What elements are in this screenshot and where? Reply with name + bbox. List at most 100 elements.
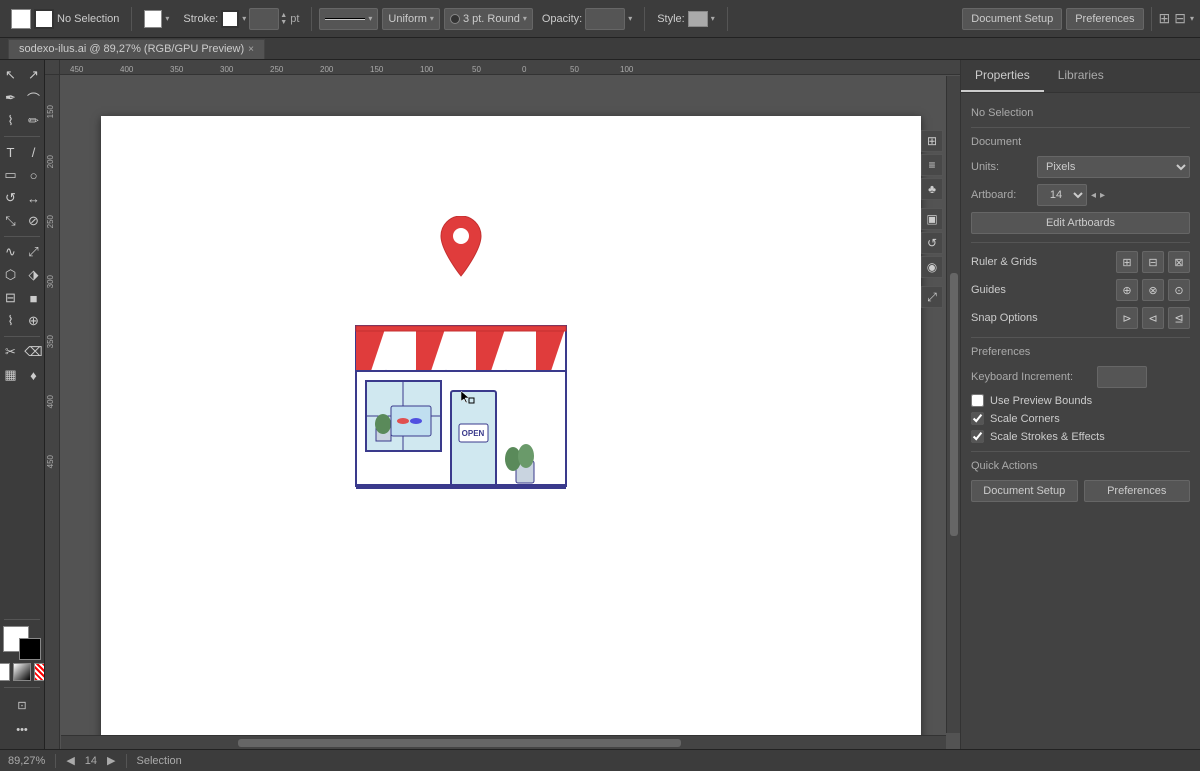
fill-color-swatch[interactable] xyxy=(144,10,162,28)
column-graph-tool[interactable]: ▦ xyxy=(0,364,22,386)
preferences-button[interactable]: Preferences xyxy=(1066,8,1143,30)
3d-icon[interactable]: ◉ xyxy=(921,256,943,278)
perspective-tool[interactable]: ⬗ xyxy=(23,264,45,286)
symbol-tool[interactable]: ♦ xyxy=(23,364,45,386)
quick-preferences-button[interactable]: Preferences xyxy=(1084,480,1191,502)
stroke-down-arrow[interactable]: ▼ xyxy=(280,19,287,26)
snap-icon-btn1[interactable]: ⊳ xyxy=(1116,307,1138,329)
pencil-tool[interactable]: ✏ xyxy=(23,110,45,132)
stroke-line-dropdown[interactable]: ▾ xyxy=(319,8,378,30)
more-tools-btn[interactable]: ••• xyxy=(11,719,33,741)
eyedropper-tool[interactable]: ⌇ xyxy=(0,310,22,332)
scale-strokes-checkbox[interactable] xyxy=(971,430,984,443)
warp-tools: ∿ ⤢ xyxy=(0,241,45,263)
artboard-select[interactable]: 14 xyxy=(1037,184,1087,206)
pen-tool[interactable]: ✒ xyxy=(0,87,22,109)
edit-artboards-button[interactable]: Edit Artboards xyxy=(971,212,1190,234)
uniform-dropdown[interactable]: Uniform ▾ xyxy=(382,8,440,30)
eraser-tool[interactable]: ⌫ xyxy=(23,341,45,363)
file-tab-close[interactable]: × xyxy=(248,44,254,55)
fill-stroke-swatches[interactable] xyxy=(3,626,41,660)
stroke-value-input[interactable]: 1 pt xyxy=(249,8,279,30)
paintbrush-tool[interactable]: ⌇ xyxy=(0,110,22,132)
opacity-chevron[interactable]: ▾ xyxy=(628,14,632,23)
artboard-prev[interactable]: ◂ xyxy=(1091,190,1096,201)
grid-icon-btn[interactable]: ⊟ xyxy=(1142,251,1164,273)
expand-icon[interactable]: ⤢ xyxy=(921,286,943,308)
warp-tool[interactable]: ∿ xyxy=(0,241,22,263)
guide-icon-btn3[interactable]: ⊙ xyxy=(1168,279,1190,301)
stroke-color-swatch[interactable] xyxy=(221,10,239,28)
stroke-round-dropdown[interactable]: 3 pt. Round ▾ xyxy=(444,8,533,30)
paintbrush-tools: ⌇ ✏ xyxy=(0,110,45,132)
fill-swatch[interactable] xyxy=(11,9,31,29)
next-artboard-btn[interactable]: ▶ xyxy=(107,754,115,767)
artboard-container[interactable]: OPEN xyxy=(61,76,960,749)
shear-tool[interactable]: ⊘ xyxy=(23,210,45,232)
stroke-swatch[interactable] xyxy=(34,9,54,29)
tab-properties[interactable]: Properties xyxy=(961,60,1044,92)
ellipse-tool[interactable]: ○ xyxy=(23,164,45,186)
layers-icon[interactable]: ≡ xyxy=(921,154,943,176)
fit-screen-icon[interactable]: ▣ xyxy=(921,208,943,230)
line-tool[interactable]: / xyxy=(23,141,45,163)
vscroll-thumb[interactable] xyxy=(950,273,958,536)
color-mode-btn[interactable] xyxy=(0,663,10,681)
rotate-view-icon[interactable]: ↺ xyxy=(921,232,943,254)
type-tool[interactable]: T xyxy=(0,141,22,163)
blend-tool[interactable]: ⊕ xyxy=(23,310,45,332)
none-mode-btn[interactable] xyxy=(34,663,45,681)
scale-corners-label: Scale Corners xyxy=(990,413,1060,425)
rotate-tool[interactable]: ↺ xyxy=(0,187,22,209)
gradient-tool[interactable]: ■ xyxy=(23,287,45,309)
free-transform-tool[interactable]: ⤢ xyxy=(23,241,45,263)
stroke-chevron[interactable]: ▾ xyxy=(242,14,246,23)
mesh-tool[interactable]: ⊟ xyxy=(0,287,22,309)
align-icon[interactable]: ⊟ xyxy=(1174,10,1186,27)
file-tab[interactable]: sodexo-ilus.ai @ 89,27% (RGB/GPU Preview… xyxy=(8,39,265,59)
quick-document-setup-button[interactable]: Document Setup xyxy=(971,480,1078,502)
canvas-area[interactable]: 450 400 350 300 250 200 150 100 50 0 50 … xyxy=(45,60,960,749)
snap-icon-btn3[interactable]: ⊴ xyxy=(1168,307,1190,329)
guides-icons: ⊕ ⊗ ⊙ xyxy=(1116,279,1190,301)
opacity-input[interactable]: 120% xyxy=(585,8,625,30)
slice-tool[interactable]: ✂ xyxy=(0,341,22,363)
document-setup-button[interactable]: Document Setup xyxy=(962,8,1062,30)
scale-tool[interactable]: ⤡ xyxy=(0,210,22,232)
shape-builder-tool[interactable]: ⬡ xyxy=(0,264,22,286)
artboard-next[interactable]: ▸ xyxy=(1100,190,1105,201)
rectangle-tool[interactable]: ▭ xyxy=(0,164,22,186)
keyboard-increment-input[interactable]: 1 px xyxy=(1097,366,1147,388)
snap-icon-btn2[interactable]: ⊲ xyxy=(1142,307,1164,329)
selection-tool[interactable]: ↖ xyxy=(0,64,22,86)
vertical-scrollbar[interactable] xyxy=(946,76,960,733)
ruler-icon-btn[interactable]: ⊞ xyxy=(1116,251,1138,273)
library-icon[interactable]: ♣ xyxy=(921,178,943,200)
background-swatch[interactable] xyxy=(19,638,41,660)
stroke-unit: pt xyxy=(290,13,299,25)
horizontal-scrollbar[interactable] xyxy=(61,735,946,749)
style-chevron[interactable]: ▾ xyxy=(711,14,715,23)
curvature-tool[interactable]: ⌒ xyxy=(23,87,45,109)
artboard-tool-btn[interactable]: ⊡ xyxy=(11,694,33,716)
gradient-mode-btn[interactable] xyxy=(13,663,31,681)
reflect-tool[interactable]: ↔ xyxy=(23,187,45,209)
guide-icon-btn1[interactable]: ⊕ xyxy=(1116,279,1138,301)
stroke-up-arrow[interactable]: ▲ xyxy=(280,12,287,19)
ruler-mark-450: 450 xyxy=(70,65,83,74)
more-chevron[interactable]: ▾ xyxy=(1190,14,1194,23)
tab-libraries[interactable]: Libraries xyxy=(1044,60,1118,92)
guide-icon-btn2[interactable]: ⊗ xyxy=(1142,279,1164,301)
prev-artboard-btn[interactable]: ◀ xyxy=(66,754,74,767)
use-preview-bounds-checkbox[interactable] xyxy=(971,394,984,407)
direct-selection-tool[interactable]: ↗ xyxy=(23,64,45,86)
artboard-icon[interactable]: ⊞ xyxy=(921,130,943,152)
hscroll-thumb[interactable] xyxy=(238,739,681,747)
fill-chevron[interactable]: ▾ xyxy=(165,14,169,23)
grid2-icon-btn[interactable]: ⊠ xyxy=(1168,251,1190,273)
arrange-icon[interactable]: ⊞ xyxy=(1159,10,1171,27)
style-swatch[interactable] xyxy=(688,11,708,27)
stroke-round-chevron: ▾ xyxy=(523,14,527,23)
units-select[interactable]: Pixels Inches Centimeters Points xyxy=(1037,156,1190,178)
scale-corners-checkbox[interactable] xyxy=(971,412,984,425)
